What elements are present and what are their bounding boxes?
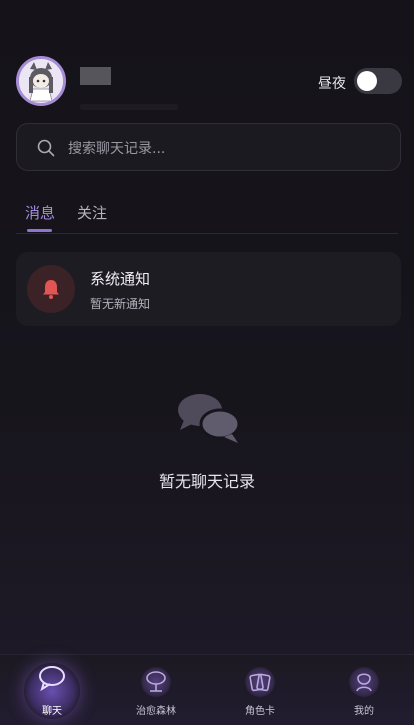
tab-divider bbox=[16, 233, 398, 234]
chat-bubbles-icon bbox=[178, 394, 241, 443]
nav-mine[interactable]: 我的 bbox=[312, 655, 414, 725]
profile-icon bbox=[349, 667, 379, 697]
notification-subtitle: 暂无新通知 bbox=[90, 297, 151, 311]
nav-label-forest: 治愈森林 bbox=[136, 706, 176, 717]
toggle-knob bbox=[357, 71, 377, 91]
search-icon bbox=[37, 139, 55, 157]
empty-state-text: 暂无聊天记录 bbox=[158, 472, 255, 491]
avatar[interactable] bbox=[16, 56, 66, 106]
daynight-label: 昼夜 bbox=[318, 76, 346, 92]
tab-messages[interactable]: 消息 bbox=[25, 202, 55, 223]
nav-label-cards: 角色卡 bbox=[245, 706, 275, 717]
search-placeholder: 搜索聊天记录... bbox=[68, 141, 166, 157]
bottom-nav: 聊天 治愈森林 角色卡 我的 bbox=[0, 654, 414, 725]
status-bar bbox=[0, 0, 414, 10]
chat-icon bbox=[39, 666, 65, 691]
notification-title: 系统通知 bbox=[90, 270, 151, 288]
user-subtitle-redacted bbox=[80, 104, 178, 110]
nav-role-card[interactable]: 角色卡 bbox=[208, 655, 312, 725]
nav-healing-forest[interactable]: 治愈森林 bbox=[104, 655, 208, 725]
daynight-toggle[interactable] bbox=[354, 68, 402, 94]
search-bar[interactable]: 搜索聊天记录... bbox=[16, 123, 401, 171]
active-tab-indicator bbox=[27, 229, 52, 232]
forest-icon bbox=[141, 667, 171, 697]
tab-following[interactable]: 关注 bbox=[77, 202, 107, 223]
bell-icon bbox=[43, 280, 59, 299]
username-redacted bbox=[80, 67, 111, 85]
avatar-cat-girl-icon bbox=[19, 59, 63, 103]
nav-chat[interactable]: 聊天 bbox=[0, 655, 104, 725]
notification-icon-circle bbox=[27, 265, 75, 313]
system-notification-item[interactable]: 系统通知 暂无新通知 bbox=[16, 252, 401, 326]
nav-label-mine: 我的 bbox=[354, 706, 374, 717]
cards-icon bbox=[245, 667, 275, 697]
nav-label-chat: 聊天 bbox=[42, 706, 62, 717]
